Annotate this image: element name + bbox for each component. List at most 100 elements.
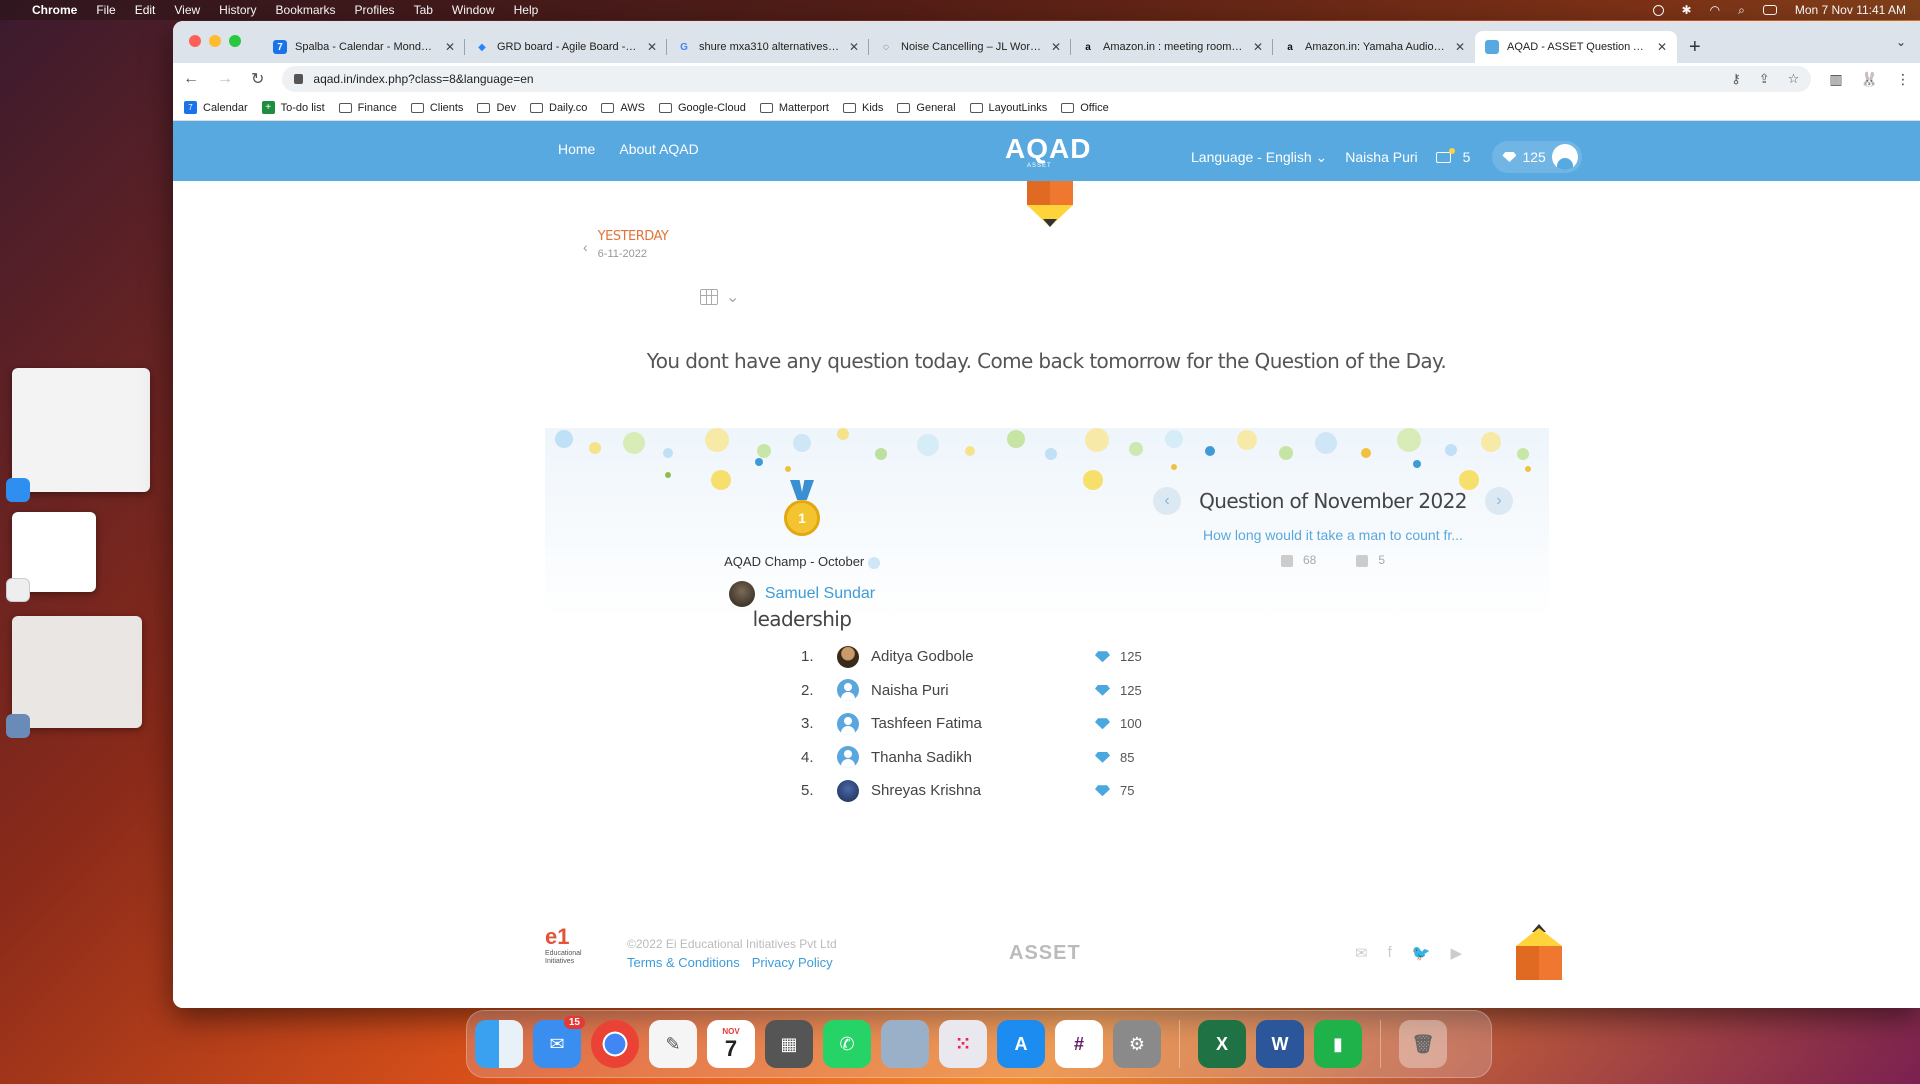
reload-icon[interactable]: ↻ <box>251 69 264 89</box>
calculator-icon[interactable]: ▦ <box>765 1020 813 1068</box>
tab-aqad[interactable]: AQAD - ASSET Question A Day ✕ <box>1475 31 1677 63</box>
chevron-down-icon[interactable]: ⌄ <box>726 287 739 307</box>
minimize-window-button[interactable] <box>209 35 221 47</box>
chevron-left-icon[interactable]: ‹ <box>583 239 588 255</box>
stage-thumbnail-mail[interactable] <box>6 368 150 502</box>
bookmark-folder-dev[interactable]: Dev <box>477 102 516 114</box>
tab-amazon-mic[interactable]: a Amazon.in : meeting room mic ✕ <box>1071 31 1273 63</box>
gems-pill[interactable]: 125 <box>1492 141 1582 173</box>
terms-link[interactable]: Terms & Conditions <box>627 955 740 970</box>
menu-tab[interactable]: Tab <box>414 3 433 17</box>
user-name[interactable]: Naisha Puri <box>1345 149 1417 165</box>
url-text[interactable]: aqad.in/index.php?class=8&language=en <box>313 72 533 86</box>
close-tab-icon[interactable]: ✕ <box>1253 40 1263 54</box>
menu-edit[interactable]: Edit <box>135 3 156 17</box>
list-item[interactable]: 3. Tashfeen Fatima 100 <box>801 707 1171 741</box>
bookmark-folder-finance[interactable]: Finance <box>338 102 397 114</box>
preview-icon[interactable] <box>881 1020 929 1068</box>
nav-home-link[interactable]: Home <box>558 141 595 157</box>
close-tab-icon[interactable]: ✕ <box>1051 40 1061 54</box>
info-icon[interactable] <box>867 556 880 569</box>
menu-bookmarks[interactable]: Bookmarks <box>276 3 336 17</box>
new-tab-button[interactable]: + <box>1689 36 1701 59</box>
mail-icon[interactable]: ✉ 15 <box>533 1016 585 1068</box>
extension-icon[interactable]: 🐰 <box>1861 71 1878 88</box>
chrome-icon[interactable] <box>591 1020 639 1068</box>
bookmark-folder-matterport[interactable]: Matterport <box>759 102 829 114</box>
textedit-icon[interactable]: ✎ <box>649 1020 697 1068</box>
bookmark-calendar[interactable]: 7 Calendar <box>184 101 248 114</box>
twitter-icon[interactable]: 🐦 <box>1412 944 1431 962</box>
email-icon[interactable]: ✉ <box>1355 944 1368 962</box>
stage-thumbnail-preview[interactable] <box>6 616 142 738</box>
facebook-icon[interactable]: f <box>1388 944 1392 962</box>
maximize-window-button[interactable] <box>229 35 241 47</box>
share-icon[interactable]: ⇪ <box>1759 71 1770 87</box>
asset-logo[interactable]: ASSET <box>1009 942 1081 965</box>
close-tab-icon[interactable]: ✕ <box>647 40 657 54</box>
tab-jira[interactable]: ◆ GRD board - Agile Board - Jira ✕ <box>465 31 667 63</box>
menu-app-name[interactable]: Chrome <box>32 3 77 17</box>
user-avatar-icon[interactable] <box>1551 144 1578 170</box>
bookmark-todo[interactable]: + To-do list <box>261 101 325 114</box>
forward-icon[interactable]: → <box>217 70 233 88</box>
word-icon[interactable]: W <box>1256 1020 1304 1068</box>
tab-jlworld[interactable]: ◌ Noise Cancelling – JL World – ✕ <box>869 31 1071 63</box>
messages-count[interactable]: 5 <box>1463 149 1471 165</box>
messages-icon[interactable] <box>1435 147 1455 163</box>
list-item[interactable]: 2. Naisha Puri 125 <box>801 674 1171 708</box>
chevron-right-icon[interactable]: › <box>1485 487 1513 515</box>
lock-icon[interactable] <box>294 74 304 84</box>
cloud-icon[interactable] <box>1652 4 1664 16</box>
address-bar[interactable]: aqad.in/index.php?class=8&language=en ⚷ … <box>282 66 1812 92</box>
back-icon[interactable]: ← <box>183 70 199 88</box>
bookmark-star-icon[interactable]: ☆ <box>1788 71 1800 87</box>
launchpad-icon[interactable]: ⁙ <box>939 1020 987 1068</box>
wifi-icon[interactable]: ◠ <box>1710 3 1720 17</box>
list-item[interactable]: 4. Thanha Sadikh 85 <box>801 741 1171 775</box>
calendar-picker[interactable]: ⌄ <box>700 287 739 307</box>
close-tab-icon[interactable]: ✕ <box>1657 40 1667 54</box>
close-window-button[interactable] <box>189 35 201 47</box>
numbers-icon[interactable]: ▮ <box>1314 1020 1362 1068</box>
winner-name[interactable]: Samuel Sundar <box>765 585 875 603</box>
system-settings-icon[interactable]: ⚙ <box>1113 1020 1161 1068</box>
tab-google[interactable]: G shure mxa310 alternatives - Go ✕ <box>667 31 869 63</box>
like-button[interactable]: 68 <box>1280 553 1316 567</box>
language-dropdown[interactable]: Language - English ⌄ <box>1191 149 1327 166</box>
control-center-icon[interactable] <box>1762 5 1777 15</box>
menu-profiles[interactable]: Profiles <box>355 3 395 17</box>
tab-calendar[interactable]: 7 Spalba - Calendar - Monday, N ✕ <box>263 31 465 63</box>
bluetooth-icon[interactable]: ✱ <box>1682 3 1692 17</box>
list-item[interactable]: 5. Shreyas Krishna 75 <box>801 774 1171 808</box>
bookmark-folder-kids[interactable]: Kids <box>842 102 883 114</box>
dislike-button[interactable]: 5 <box>1356 553 1385 567</box>
bookmark-folder-general[interactable]: General <box>897 102 956 114</box>
close-tab-icon[interactable]: ✕ <box>1455 40 1465 54</box>
tab-amazon-yamaha[interactable]: a Amazon.in: Yamaha Audio and ✕ <box>1273 31 1475 63</box>
calendar-grid-icon[interactable] <box>700 289 718 305</box>
bookmark-folder-clients[interactable]: Clients <box>410 102 463 114</box>
tab-search-icon[interactable]: ⌄ <box>1896 35 1906 49</box>
menu-history[interactable]: History <box>219 3 256 17</box>
menu-help[interactable]: Help <box>514 3 539 17</box>
nav-about-link[interactable]: About AQAD <box>619 141 698 157</box>
menu-view[interactable]: View <box>174 3 200 17</box>
chrome-menu-icon[interactable]: ⋮ <box>1896 71 1910 88</box>
youtube-icon[interactable]: ▶ <box>1450 944 1462 962</box>
bookmark-folder-google-cloud[interactable]: Google-Cloud <box>658 102 746 114</box>
bookmark-folder-daily[interactable]: Daily.co <box>530 102 587 114</box>
bookmark-folder-office[interactable]: Office <box>1061 102 1109 114</box>
sidebar-icon[interactable]: ▥ <box>1829 71 1842 88</box>
champ-winner[interactable]: Samuel Sundar <box>545 581 1059 607</box>
excel-icon[interactable]: X <box>1198 1020 1246 1068</box>
finder-icon[interactable] <box>475 1020 523 1068</box>
chevron-left-icon[interactable]: ‹ <box>1153 487 1181 515</box>
key-icon[interactable]: ⚷ <box>1731 71 1741 87</box>
menubar-clock[interactable]: Mon 7 Nov 11:41 AM <box>1795 3 1906 17</box>
trash-icon[interactable]: 🗑 <box>1399 1020 1447 1068</box>
aqad-logo[interactable]: AQAD ASSET <box>1005 133 1091 169</box>
bookmark-folder-aws[interactable]: AWS <box>601 102 645 114</box>
close-tab-icon[interactable]: ✕ <box>445 40 455 54</box>
qom-question-link[interactable]: How long would it take a man to count fr… <box>1153 527 1513 543</box>
